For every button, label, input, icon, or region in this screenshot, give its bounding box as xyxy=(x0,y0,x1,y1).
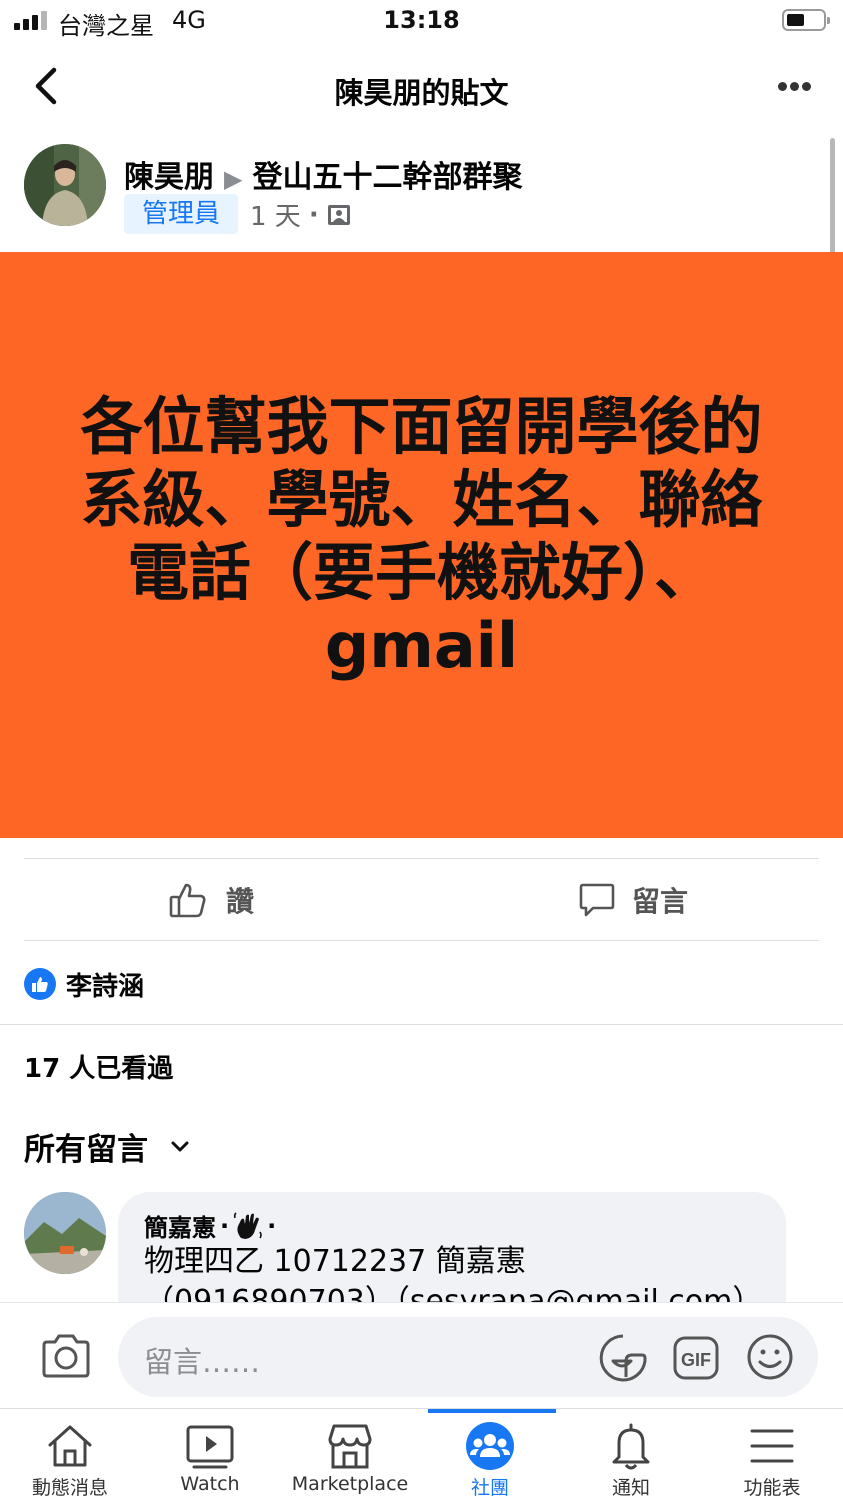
gif-label: GIF xyxy=(681,1350,711,1370)
separator-dot: · xyxy=(220,1211,230,1240)
divider xyxy=(0,1024,843,1025)
reactor-name: 李詩涵 xyxy=(66,971,145,1002)
post-text-line: 各位幫我下面留開學後的 xyxy=(80,390,763,463)
post-meta: 1 天 · xyxy=(250,196,351,233)
watch-icon xyxy=(186,1425,234,1469)
tab-label: 通知 xyxy=(611,1477,650,1499)
tab-menu[interactable]: 功能表 xyxy=(702,1409,842,1499)
separator-dot: · xyxy=(308,199,319,230)
post-header: 陳昊朋 ▶ 登山五十二幹部群聚 管理員 1 天 · xyxy=(0,138,843,250)
nav-bar: 陳昊朋的貼文 xyxy=(0,48,843,128)
comment-input[interactable]: 留言…… GIF xyxy=(118,1317,818,1397)
comments-filter-label: 所有留言 xyxy=(24,1132,148,1168)
like-button[interactable]: 讚 xyxy=(168,878,254,922)
post-text-line: gmail xyxy=(324,609,519,682)
group-privacy-icon xyxy=(327,204,350,225)
tab-notifications[interactable]: 通知 xyxy=(561,1409,701,1499)
separator-dot: · xyxy=(267,1211,277,1240)
chevron-down-icon xyxy=(171,1141,189,1151)
more-dot-icon xyxy=(790,82,799,91)
bell-icon xyxy=(612,1423,650,1470)
comments-filter-dropdown[interactable]: 所有留言 xyxy=(24,1124,190,1169)
divider xyxy=(24,940,819,941)
seen-count[interactable]: 17 人已看過 xyxy=(24,1048,173,1085)
author-avatar[interactable] xyxy=(24,144,106,226)
bottom-tab-bar: 動態消息 Watch Marketplace 社團 通知 功能表 xyxy=(0,1408,843,1499)
post-author-line: 陳昊朋 ▶ 登山五十二幹部群聚 xyxy=(124,152,522,196)
comment-input-placeholder: 留言…… xyxy=(144,1345,261,1379)
post-text-line: 電話（要手機就好）、 xyxy=(126,536,716,609)
comment-author-line: 簡嘉憲 · · xyxy=(144,1208,276,1243)
commenter-name[interactable]: 簡嘉憲 xyxy=(144,1208,216,1243)
comment-composer: 留言…… GIF xyxy=(0,1302,843,1408)
tab-news-feed[interactable]: 動態消息 xyxy=(0,1409,140,1499)
tab-groups[interactable]: 社團 xyxy=(420,1409,560,1499)
camera-icon xyxy=(42,1334,90,1378)
post-time[interactable]: 1 天 xyxy=(250,196,301,233)
sticker-button[interactable] xyxy=(598,1333,648,1383)
like-label: 讚 xyxy=(226,885,255,918)
gif-button[interactable]: GIF xyxy=(672,1335,720,1381)
post-text-line: 系級、學號、姓名、聯絡 xyxy=(80,463,763,536)
page-title: 陳昊朋的貼文 xyxy=(334,76,509,110)
more-options-button[interactable] xyxy=(770,68,818,104)
smiley-icon xyxy=(747,1334,793,1380)
commenter-avatar[interactable] xyxy=(24,1192,106,1274)
author-name[interactable]: 陳昊朋 xyxy=(124,160,214,195)
tab-label: Watch xyxy=(180,1473,240,1495)
camera-button[interactable] xyxy=(40,1333,92,1379)
menu-icon xyxy=(750,1429,794,1463)
more-dot-icon xyxy=(778,82,787,91)
like-reaction-icon xyxy=(24,968,56,1000)
reactions-summary[interactable]: 李詩涵 xyxy=(24,966,144,1002)
tab-label: 功能表 xyxy=(743,1477,801,1499)
comment-bubble-icon xyxy=(579,883,615,917)
divider xyxy=(24,858,819,859)
more-dot-icon xyxy=(802,82,811,91)
status-time: 13:18 xyxy=(383,6,460,34)
comment-button[interactable]: 留言 xyxy=(578,878,688,922)
battery-icon xyxy=(782,9,830,31)
arrow-right-icon: ▶ xyxy=(224,165,243,193)
group-name[interactable]: 登山五十二幹部群聚 xyxy=(252,160,522,195)
waving-hand-icon xyxy=(233,1211,262,1239)
emoji-button[interactable] xyxy=(746,1333,794,1381)
thumbs-up-icon xyxy=(169,883,206,918)
marketplace-icon xyxy=(328,1424,372,1469)
tab-marketplace[interactable]: Marketplace xyxy=(280,1409,420,1499)
tab-label: Marketplace xyxy=(291,1473,409,1495)
sticker-icon xyxy=(599,1334,647,1382)
comment-label: 留言 xyxy=(632,885,689,918)
comment-text-line: 物理四乙 10712237 簡嘉憲 xyxy=(144,1244,526,1279)
post-action-bar: 讚 留言 xyxy=(0,860,843,940)
tab-label: 動態消息 xyxy=(31,1477,108,1499)
post-text: 各位幫我下面留開學後的 系級、學號、姓名、聯絡 電話（要手機就好）、 gmail xyxy=(40,390,803,682)
admin-badge: 管理員 xyxy=(124,194,239,234)
home-icon xyxy=(48,1425,92,1467)
post-banner[interactable]: 各位幫我下面留開學後的 系級、學號、姓名、聯絡 電話（要手機就好）、 gmail xyxy=(0,252,843,838)
tab-watch[interactable]: Watch xyxy=(140,1409,280,1499)
tab-label: 社團 xyxy=(470,1477,509,1499)
gif-icon: GIF xyxy=(673,1336,719,1380)
status-bar: 台灣之星 4G 13:18 xyxy=(0,0,843,44)
groups-icon xyxy=(466,1422,514,1470)
